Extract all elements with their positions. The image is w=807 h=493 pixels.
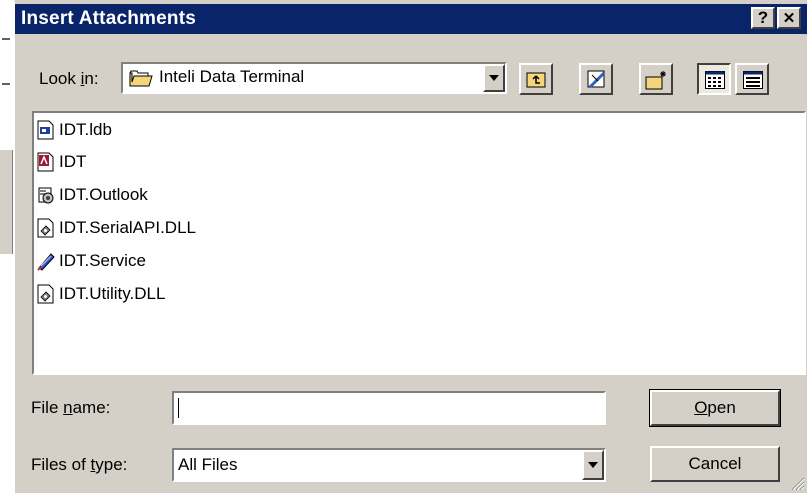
background-mark: [2, 83, 10, 85]
open-button[interactable]: Open: [649, 389, 781, 427]
list-view-button[interactable]: [697, 63, 731, 95]
text-caret: [178, 398, 179, 418]
dll-file-icon: [37, 218, 54, 238]
file-name: IDT.ldb: [59, 120, 112, 139]
file-name: IDT.Outlook: [59, 185, 148, 204]
background-bar: [0, 150, 13, 176]
ldb-file-icon: [37, 120, 54, 140]
file-name: IDT.Service: [59, 251, 146, 270]
outlook-cert-icon: [38, 187, 54, 204]
file-list[interactable]: IDT.ldb IDT IDT.Outlook IDT.SerialAPI.DL…: [32, 111, 806, 375]
look-in-dropdown-button[interactable]: [483, 64, 505, 92]
details-view-icon: [743, 71, 763, 89]
files-of-type-combo[interactable]: All Files: [172, 448, 606, 482]
list-view-icon: [705, 71, 725, 89]
files-of-type-dropdown-button[interactable]: [582, 450, 604, 480]
insert-attachments-dialog: Insert Attachments ? ✕ Look in: Inteli D…: [13, 0, 807, 493]
desktop-button[interactable]: [579, 63, 613, 95]
file-name: IDT: [59, 152, 87, 171]
chevron-down-icon: [489, 75, 499, 81]
dialog-title: Insert Attachments: [21, 8, 196, 29]
file-name-label: File name:: [31, 398, 111, 417]
chevron-down-icon: [588, 462, 598, 468]
background-bar: [0, 202, 13, 228]
background-mark: [2, 38, 10, 40]
files-of-type-value: All Files: [178, 455, 238, 474]
new-folder-icon: [645, 71, 666, 90]
cancel-button[interactable]: Cancel: [650, 446, 780, 482]
file-name: IDT.SerialAPI.DLL: [59, 218, 196, 237]
details-view-button[interactable]: [735, 63, 769, 95]
create-new-folder-button[interactable]: [639, 63, 673, 95]
resize-grip-icon[interactable]: [789, 475, 805, 491]
folder-icon: [129, 70, 153, 87]
file-name-input[interactable]: [172, 391, 606, 425]
background-bar: [0, 228, 13, 254]
cancel-label: Cancel: [688, 454, 742, 473]
title-bar[interactable]: Insert Attachments ? ✕: [15, 4, 807, 34]
look-in-label: Look in:: [39, 69, 99, 88]
close-icon: ✕: [782, 10, 796, 27]
open-accel: O: [694, 398, 708, 417]
access-db-icon: [37, 152, 54, 172]
help-button[interactable]: ?: [751, 7, 775, 29]
file-name: IDT.Utility.DLL: [59, 284, 166, 303]
dll-file-icon: [37, 284, 54, 304]
up-folder-icon: [526, 72, 546, 88]
look-in-value: Inteli Data Terminal: [159, 67, 305, 86]
open-label: pen: [707, 398, 736, 417]
background-bar: [0, 176, 13, 202]
close-button[interactable]: ✕: [777, 7, 801, 29]
look-in-combo[interactable]: Inteli Data Terminal: [121, 62, 507, 94]
help-icon: ?: [757, 8, 769, 27]
service-icon: [37, 253, 55, 271]
files-of-type-label: Files of type:: [31, 455, 128, 474]
up-one-level-button[interactable]: [519, 63, 553, 95]
desktop-icon: [587, 70, 606, 89]
